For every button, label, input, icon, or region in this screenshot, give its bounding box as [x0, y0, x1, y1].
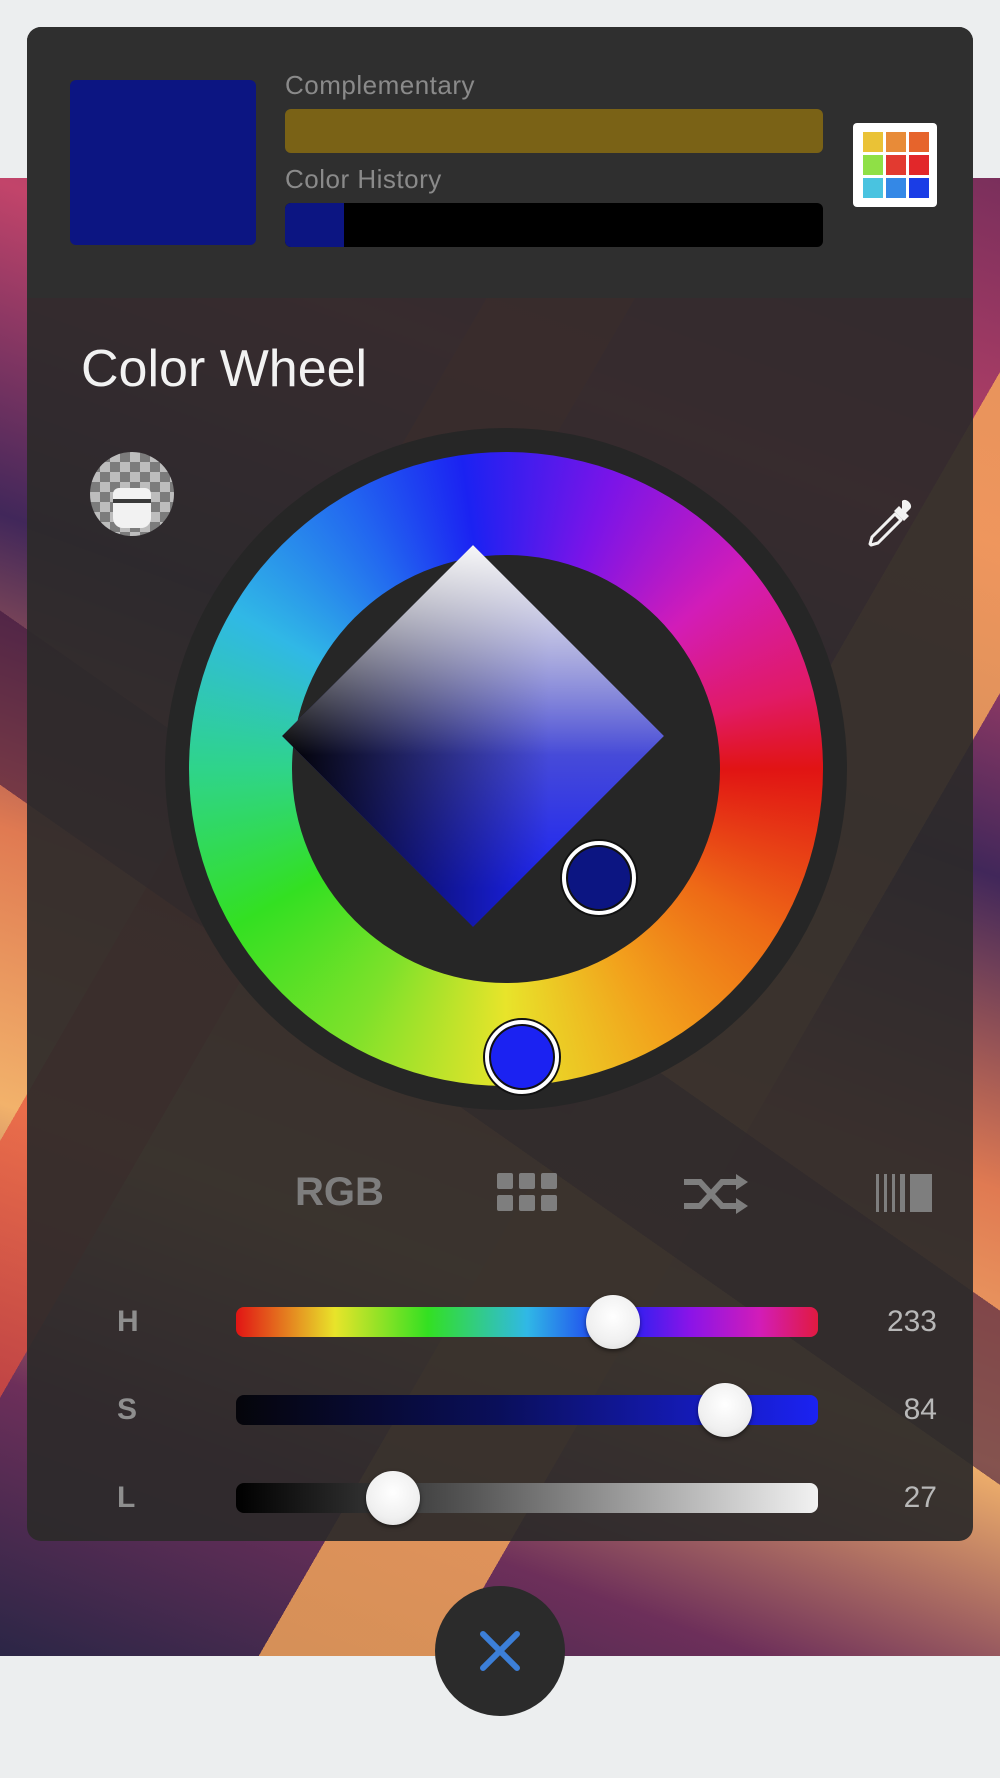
- panel-title: Color Wheel: [81, 340, 368, 398]
- history-color-chip[interactable]: [285, 203, 344, 247]
- color-history-bar[interactable]: [285, 203, 823, 247]
- active-color-swatch[interactable]: [114, 80, 256, 245]
- eyedropper-icon[interactable]: [862, 495, 920, 553]
- close-button[interactable]: [435, 1586, 565, 1716]
- hue-value: 233: [886, 1305, 937, 1338]
- color-wheel[interactable]: [165, 428, 847, 1110]
- saturation-slider-label: S: [117, 1393, 138, 1426]
- palettes-grid-icon[interactable]: [853, 123, 937, 207]
- close-icon: [480, 1631, 520, 1671]
- complementary-color-bar[interactable]: [285, 109, 823, 153]
- bars-icon[interactable]: [874, 1162, 934, 1222]
- complementary-label: Complementary: [285, 70, 476, 100]
- current-color-swatch[interactable]: [70, 80, 256, 245]
- hue-slider[interactable]: [236, 1307, 818, 1337]
- saturation-value: 84: [903, 1393, 937, 1426]
- hue-slider-label: H: [117, 1305, 139, 1338]
- lightness-slider-thumb[interactable]: [366, 1471, 421, 1525]
- transparency-icon[interactable]: [90, 452, 174, 536]
- color-panel: Complementary Color History Color Wheel …: [27, 27, 973, 1541]
- lightness-slider-label: L: [117, 1481, 136, 1514]
- hue-handle[interactable]: [485, 1020, 559, 1094]
- lightness-value: 27: [903, 1481, 937, 1514]
- color-history-label: Color History: [285, 164, 442, 194]
- tab-rgb[interactable]: RGB: [295, 1162, 384, 1222]
- previous-color-swatch[interactable]: [70, 80, 114, 245]
- saturation-brightness-handle[interactable]: [562, 841, 636, 915]
- color-header: Complementary Color History: [27, 27, 973, 298]
- saturation-slider-thumb[interactable]: [697, 1383, 752, 1437]
- hue-slider-thumb[interactable]: [585, 1295, 640, 1349]
- grid-icon[interactable]: [497, 1162, 557, 1222]
- lightness-slider[interactable]: [236, 1483, 818, 1513]
- shuffle-icon[interactable]: [682, 1162, 752, 1222]
